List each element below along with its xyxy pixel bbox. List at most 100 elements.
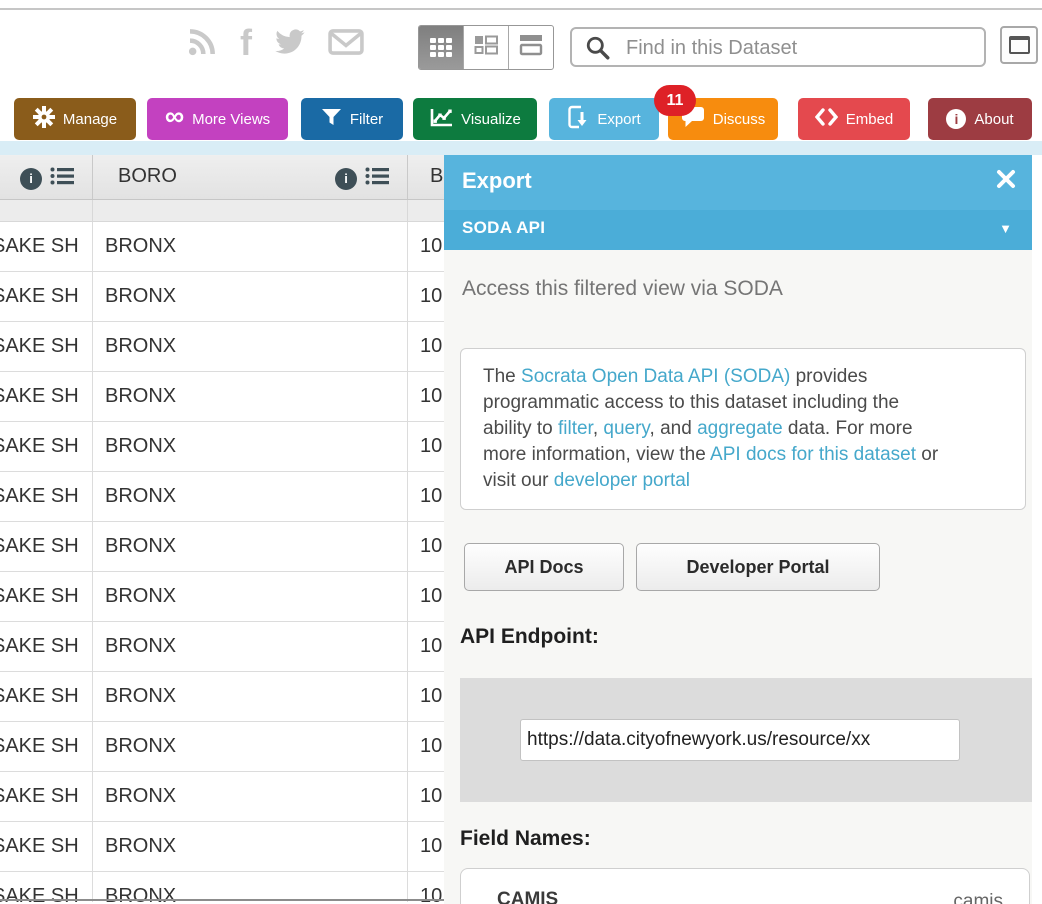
column-menu-icon[interactable]	[50, 166, 76, 191]
cell-dba[interactable]: SAKE SH	[0, 722, 93, 771]
cell-boro[interactable]: BRONX	[93, 622, 408, 671]
column-header-dba[interactable]: i	[0, 155, 93, 199]
cell-building[interactable]: 10	[408, 372, 444, 421]
toolbar-accent-strip	[0, 141, 1042, 155]
socrata-dataset-page: { "topbar": { "search_placeholder": "Fin…	[0, 0, 1042, 904]
cell-boro[interactable]: BRONX	[93, 572, 408, 621]
manage-button[interactable]: Manage	[14, 98, 136, 140]
search-input[interactable]	[624, 29, 978, 67]
cell-building[interactable]: 10	[408, 722, 444, 771]
inline-link[interactable]: API docs for this dataset	[710, 444, 916, 465]
chevron-down-icon[interactable]: ▼	[999, 221, 1012, 236]
cell-boro[interactable]: BRONX	[93, 772, 408, 821]
infinity-icon: ∞	[165, 106, 184, 126]
embed-button[interactable]: Embed	[798, 98, 910, 140]
code-brackets-icon	[815, 108, 838, 130]
cell-building[interactable]: 10	[408, 522, 444, 571]
cell-boro[interactable]: BRONX	[93, 472, 408, 521]
grid-view-icon	[430, 38, 452, 57]
close-icon[interactable]	[996, 169, 1016, 194]
about-label: About	[974, 111, 1013, 128]
cell-boro[interactable]: BRONX	[93, 722, 408, 771]
embed-label: Embed	[846, 111, 894, 128]
cell-boro[interactable]: BRONX	[93, 872, 408, 902]
cell-boro[interactable]: BRONX	[93, 422, 408, 471]
column-header-boro[interactable]: BORO i	[93, 155, 408, 199]
cell-dba[interactable]: SAKE SH	[0, 672, 93, 721]
inline-link[interactable]: filter	[558, 418, 593, 439]
more-views-label: More Views	[192, 111, 270, 128]
cell-dba[interactable]: SAKE SH	[0, 572, 93, 621]
dataset-search-box	[570, 27, 986, 67]
filter-button[interactable]: Filter	[301, 98, 403, 140]
cell-dba[interactable]: SAKE SH	[0, 272, 93, 321]
info-text-segment: provides	[790, 366, 867, 387]
cell-dba[interactable]: SAKE SH	[0, 822, 93, 871]
column-menu-icon[interactable]	[365, 166, 391, 191]
cell-building[interactable]: 10	[408, 272, 444, 321]
cell-building[interactable]: 10	[408, 872, 444, 902]
data-table: i BORO i B SAKE SH BRONX 10 SAKE SH B	[0, 155, 444, 902]
facebook-icon[interactable]: f	[240, 28, 252, 58]
api-endpoint-input[interactable]	[520, 719, 960, 761]
cell-boro[interactable]: BRONX	[93, 822, 408, 871]
cell-dba[interactable]: SAKE SH	[0, 322, 93, 371]
visualize-label: Visualize	[461, 111, 521, 128]
cell-dba[interactable]: SAKE SH	[0, 772, 93, 821]
twitter-icon[interactable]	[274, 29, 306, 61]
cell-dba[interactable]: SAKE SH	[0, 472, 93, 521]
fullscreen-button[interactable]	[1000, 26, 1038, 64]
cell-boro[interactable]: BRONX	[93, 672, 408, 721]
cell-dba[interactable]: SAKE SH	[0, 872, 93, 902]
cell-dba[interactable]: SAKE SH	[0, 622, 93, 671]
column-header-building[interactable]: B	[408, 155, 444, 199]
field-names-label: Field Names:	[460, 827, 591, 851]
cell-boro[interactable]: BRONX	[93, 272, 408, 321]
cell-dba[interactable]: SAKE SH	[0, 522, 93, 571]
about-button[interactable]: i About	[928, 98, 1032, 140]
cell-building[interactable]: 10	[408, 472, 444, 521]
cell-dba[interactable]: SAKE SH	[0, 372, 93, 421]
rss-icon[interactable]	[186, 26, 218, 63]
cell-building[interactable]: 10	[408, 572, 444, 621]
visualize-button[interactable]: Visualize	[413, 98, 537, 140]
column-info-icon[interactable]: i	[20, 168, 42, 190]
api-docs-button[interactable]: API Docs	[464, 543, 624, 591]
cell-boro[interactable]: BRONX	[93, 322, 408, 371]
card-view-button[interactable]	[464, 26, 509, 69]
info-line: visit our developer portal	[483, 468, 1025, 494]
info-text-segment: The	[483, 366, 521, 387]
column-info-icon[interactable]: i	[335, 168, 357, 190]
table-row: SAKE SH BRONX 10	[0, 272, 444, 322]
inline-link[interactable]: Socrata Open Data API (SODA)	[521, 366, 790, 387]
email-icon[interactable]	[328, 28, 364, 61]
export-button[interactable]: Export	[549, 98, 659, 140]
cell-building[interactable]: 10	[408, 222, 444, 271]
cell-building[interactable]: 10	[408, 772, 444, 821]
cell-building[interactable]: 10	[408, 672, 444, 721]
funnel-icon	[321, 108, 342, 131]
inline-link[interactable]: aggregate	[697, 418, 783, 439]
export-label: Export	[597, 111, 640, 128]
cell-building[interactable]: 10	[408, 822, 444, 871]
inline-link[interactable]: developer portal	[554, 470, 690, 491]
table-row: SAKE SH BRONX 10	[0, 222, 444, 272]
cell-dba[interactable]: SAKE SH	[0, 222, 93, 271]
grid-view-button[interactable]	[419, 26, 464, 69]
page-view-button[interactable]	[509, 26, 553, 69]
cell-boro[interactable]: BRONX	[93, 372, 408, 421]
cell-building[interactable]: 10	[408, 422, 444, 471]
cell-dba[interactable]: SAKE SH	[0, 422, 93, 471]
soda-api-section-header[interactable]: SODA API ▼	[444, 210, 1032, 250]
cell-boro[interactable]: BRONX	[93, 522, 408, 571]
developer-portal-button[interactable]: Developer Portal	[636, 543, 880, 591]
info-text-segment: or	[916, 444, 938, 465]
soda-info-box: The Socrata Open Data API (SODA) provide…	[460, 348, 1026, 510]
column-label: B	[430, 165, 443, 188]
cell-boro[interactable]: BRONX	[93, 222, 408, 271]
search-icon	[585, 35, 611, 66]
cell-building[interactable]: 10	[408, 322, 444, 371]
more-views-button[interactable]: ∞ More Views	[147, 98, 288, 140]
cell-building[interactable]: 10	[408, 622, 444, 671]
inline-link[interactable]: query	[603, 418, 649, 439]
